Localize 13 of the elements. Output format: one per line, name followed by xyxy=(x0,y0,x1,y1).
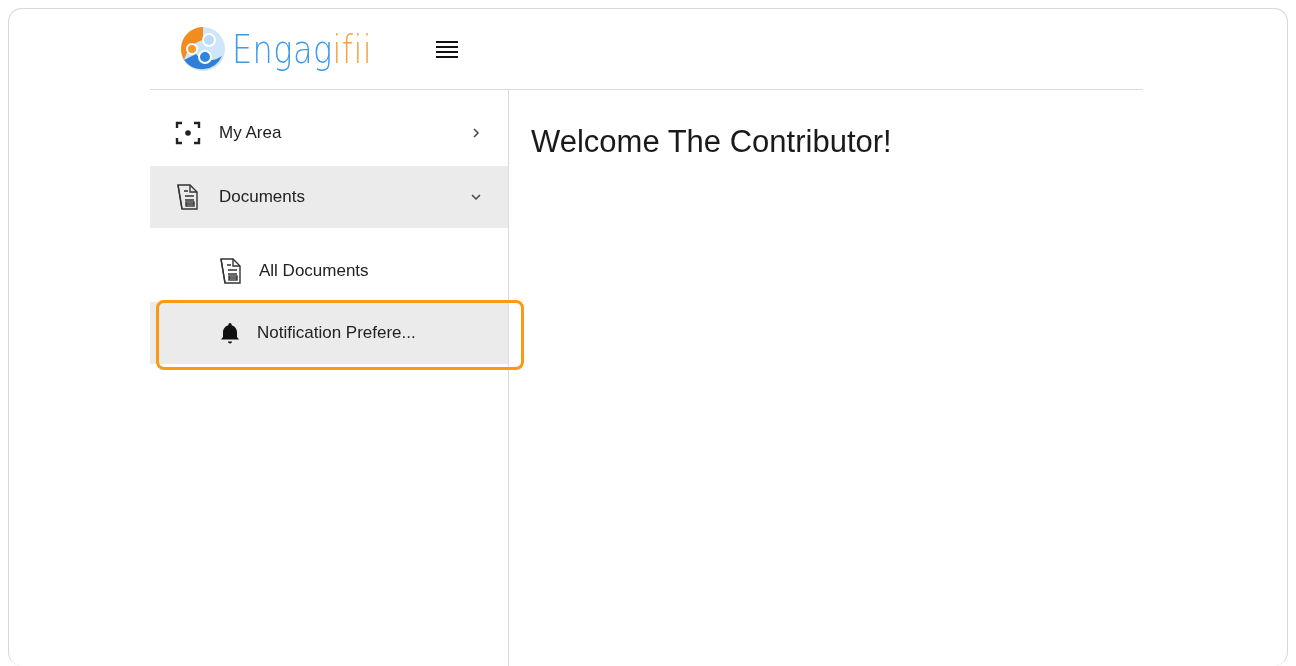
bell-icon xyxy=(218,321,242,345)
sidebar-item[interactable]: My Area xyxy=(150,102,508,164)
sidebar-subitem[interactable]: All Documents xyxy=(150,240,508,302)
focus-icon xyxy=(175,121,201,145)
welcome-heading: Welcome The Contributor! xyxy=(531,124,893,160)
chevron-down-icon xyxy=(470,191,482,203)
sidebar-item[interactable]: Documents xyxy=(150,166,508,228)
sidebar-subitem[interactable]: Notification Prefere... xyxy=(150,302,508,364)
document-icon xyxy=(218,257,244,285)
logo-wordmark: Engagifii xyxy=(232,26,373,72)
logo-icon xyxy=(180,26,226,72)
document-icon xyxy=(175,183,201,211)
chevron-right-icon xyxy=(470,127,482,139)
